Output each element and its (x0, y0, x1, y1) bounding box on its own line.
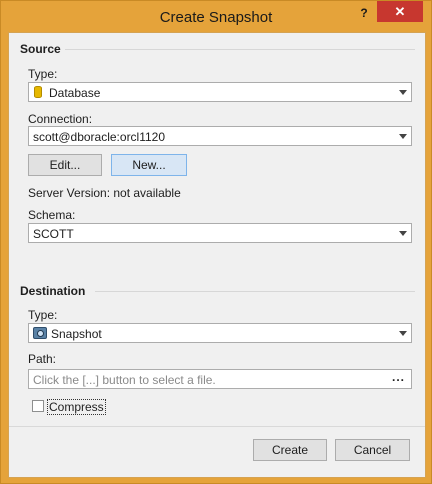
path-placeholder: Click the [...] button to select a file. (33, 373, 216, 387)
schema-value: SCOTT (33, 227, 74, 241)
dialog-body: Source Type: Database Connection: scott@… (8, 32, 426, 478)
cancel-button[interactable]: Cancel (335, 439, 410, 461)
destination-type-select[interactable]: Snapshot (28, 323, 412, 343)
chevron-down-icon (399, 231, 407, 236)
title-bar[interactable]: Create Snapshot ? ✕ (1, 1, 431, 33)
source-type-value: Database (49, 86, 101, 100)
chevron-down-icon (399, 90, 407, 95)
schema-label: Schema: (28, 208, 76, 222)
connection-value: scott@dboracle:orcl1120 (33, 130, 166, 144)
create-button[interactable]: Create (253, 439, 327, 461)
dialog-window: Create Snapshot ? ✕ Source Type: Databas… (0, 0, 432, 484)
source-type-label: Type: (28, 67, 58, 81)
destination-type-label: Type: (28, 308, 58, 322)
source-heading: Source (20, 42, 61, 56)
server-version-text: Server Version: not available (28, 186, 181, 200)
chevron-down-icon (399, 134, 407, 139)
source-type-select[interactable]: Database (28, 82, 412, 102)
path-label: Path: (28, 352, 57, 366)
destination-heading: Destination (20, 284, 86, 298)
camera-icon (33, 327, 47, 339)
destination-divider (95, 291, 415, 292)
edit-button[interactable]: Edit... (28, 154, 102, 176)
chevron-down-icon (399, 331, 407, 336)
close-icon[interactable]: ✕ (377, 1, 423, 22)
new-button[interactable]: New... (111, 154, 187, 176)
destination-type-value: Snapshot (51, 327, 102, 341)
source-divider (65, 49, 415, 50)
database-icon (34, 86, 42, 98)
connection-label: Connection: (28, 112, 93, 126)
footer-separator (9, 426, 425, 427)
help-icon[interactable]: ? (357, 6, 371, 22)
compress-label[interactable]: Compress (47, 399, 106, 415)
schema-select[interactable]: SCOTT (28, 223, 412, 243)
path-input[interactable]: Click the [...] button to select a file.… (28, 369, 412, 389)
browse-button[interactable]: ... (392, 370, 405, 384)
compress-checkbox[interactable] (32, 400, 44, 412)
connection-select[interactable]: scott@dboracle:orcl1120 (28, 126, 412, 146)
